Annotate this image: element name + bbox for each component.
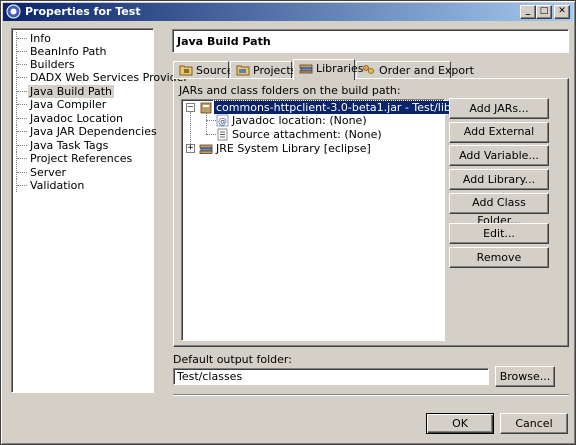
- nav-item-label: BeanInfo Path: [30, 45, 107, 58]
- eclipse-icon: [6, 4, 21, 19]
- jre-library-entry[interactable]: JRE System Library [eclipse]: [216, 142, 371, 156]
- nav-item-label: Server: [30, 166, 67, 179]
- nav-item-label: Builders: [30, 58, 75, 71]
- tree-connector: [16, 98, 28, 111]
- tab-source[interactable]: Source: [173, 61, 234, 79]
- add-library-button[interactable]: Add Library...: [449, 169, 549, 190]
- window-title: Properties for Test: [25, 5, 141, 18]
- javadoc-location-entry[interactable]: Javadoc location: (None): [232, 114, 367, 128]
- tab-order-and-export[interactable]: Order and Export: [356, 61, 474, 79]
- source-folder-icon: [179, 65, 193, 76]
- minimize-button[interactable]: _: [520, 5, 536, 19]
- javadoc-icon: @: [216, 114, 229, 127]
- ok-button[interactable]: OK: [426, 413, 494, 434]
- tree-connector: [16, 45, 28, 58]
- tree-connector: [16, 58, 28, 71]
- title-bar[interactable]: Properties for Test _ □ ✕: [3, 3, 573, 21]
- nav-item-project-references[interactable]: Project References: [16, 152, 134, 165]
- libraries-icon: [299, 64, 313, 74]
- add-class-folder-button[interactable]: Add Class Folder...: [449, 193, 549, 227]
- separator: [173, 394, 569, 396]
- expand-toggle[interactable]: +: [186, 144, 195, 153]
- tree-connector: [16, 152, 28, 165]
- nav-item-java-jar-dependencies[interactable]: Java JAR Dependencies: [16, 125, 159, 138]
- tab-label: Source: [196, 64, 234, 77]
- tree-connector: [206, 134, 216, 135]
- tree-connector: [16, 32, 28, 45]
- property-pages-tree[interactable]: Info BeanInfo Path Builders DADX Web Ser…: [11, 28, 188, 393]
- nav-item-server[interactable]: Server: [16, 166, 68, 179]
- tab-label: Projects: [253, 64, 297, 77]
- jar-entry-label: commons-httpclient-3.0-beta1.jar - Test/…: [213, 100, 454, 115]
- nav-item-dadx[interactable]: DADX Web Services Provider: [16, 71, 190, 84]
- nav-item-java-task-tags[interactable]: Java Task Tags: [16, 139, 110, 152]
- collapse-toggle[interactable]: –: [186, 103, 195, 112]
- output-folder-label: Default output folder:: [173, 353, 292, 366]
- jar-icon: [200, 102, 212, 114]
- nav-item-builders[interactable]: Builders: [16, 58, 77, 71]
- output-folder-field[interactable]: Test/classes: [173, 368, 489, 385]
- svg-text:@: @: [218, 117, 227, 127]
- remove-button[interactable]: Remove: [449, 247, 549, 268]
- nav-item-info[interactable]: Info: [16, 32, 53, 45]
- nav-item-label: Info: [30, 32, 51, 45]
- source-attachment-entry[interactable]: Source attachment: (None): [232, 128, 382, 142]
- close-button[interactable]: ✕: [554, 5, 570, 19]
- nav-item-javadoc-location[interactable]: Javadoc Location: [16, 112, 125, 125]
- nav-item-label: Project References: [30, 152, 133, 165]
- add-variable-button[interactable]: Add Variable...: [449, 145, 549, 166]
- nav-item-java-compiler[interactable]: Java Compiler: [16, 98, 108, 111]
- tree-connector: [206, 112, 207, 134]
- build-path-label: JARs and class folders on the build path…: [179, 84, 401, 97]
- tree-connector: [16, 112, 28, 125]
- source-attachment-icon: [217, 128, 228, 141]
- order-export-icon: [363, 65, 374, 74]
- tree-connector: [16, 139, 28, 152]
- nav-item-label: Java Task Tags: [30, 139, 109, 152]
- add-jars-button[interactable]: Add JARs...: [449, 98, 549, 119]
- tree-connector: [16, 71, 28, 84]
- nav-item-label: Java Compiler: [30, 98, 107, 111]
- jar-entry[interactable]: commons-httpclient-3.0-beta1.jar - Test/…: [213, 100, 454, 115]
- properties-dialog: Properties for Test _ □ ✕ Info BeanInfo …: [0, 0, 576, 445]
- tree-connector: [206, 120, 216, 121]
- cancel-button[interactable]: Cancel: [500, 413, 568, 434]
- nav-item-label: Javadoc Location: [30, 112, 124, 125]
- page-title: Java Build Path: [172, 29, 569, 53]
- nav-item-label: Java JAR Dependencies: [30, 125, 157, 138]
- add-external-jars-button[interactable]: Add External JARs...: [449, 122, 549, 156]
- nav-item-label: Validation: [30, 179, 85, 192]
- tab-label: Order and Export: [379, 64, 474, 77]
- maximize-button[interactable]: □: [536, 5, 552, 19]
- tab-libraries[interactable]: Libraries: [293, 59, 364, 80]
- build-path-tree[interactable]: – commons-httpclient-3.0-beta1.jar - Tes…: [181, 99, 454, 341]
- tab-projects[interactable]: Projects: [230, 61, 296, 79]
- tree-connector: [16, 125, 28, 138]
- tree-connector: [16, 179, 28, 192]
- nav-item-label: DADX Web Services Provider: [30, 71, 188, 84]
- browse-button[interactable]: Browse...: [495, 366, 555, 387]
- tree-connector: [16, 166, 28, 179]
- nav-item-label: Java Build Path: [28, 85, 115, 98]
- projects-icon: [236, 65, 250, 76]
- library-icon: [199, 144, 213, 154]
- nav-item-java-build-path[interactable]: Java Build Path: [16, 85, 115, 98]
- nav-item-validation[interactable]: Validation: [16, 179, 86, 192]
- tree-connector: [16, 85, 28, 98]
- tab-label: Libraries: [316, 62, 364, 75]
- edit-button[interactable]: Edit...: [449, 223, 549, 244]
- nav-item-beaninfo-path[interactable]: BeanInfo Path: [16, 45, 109, 58]
